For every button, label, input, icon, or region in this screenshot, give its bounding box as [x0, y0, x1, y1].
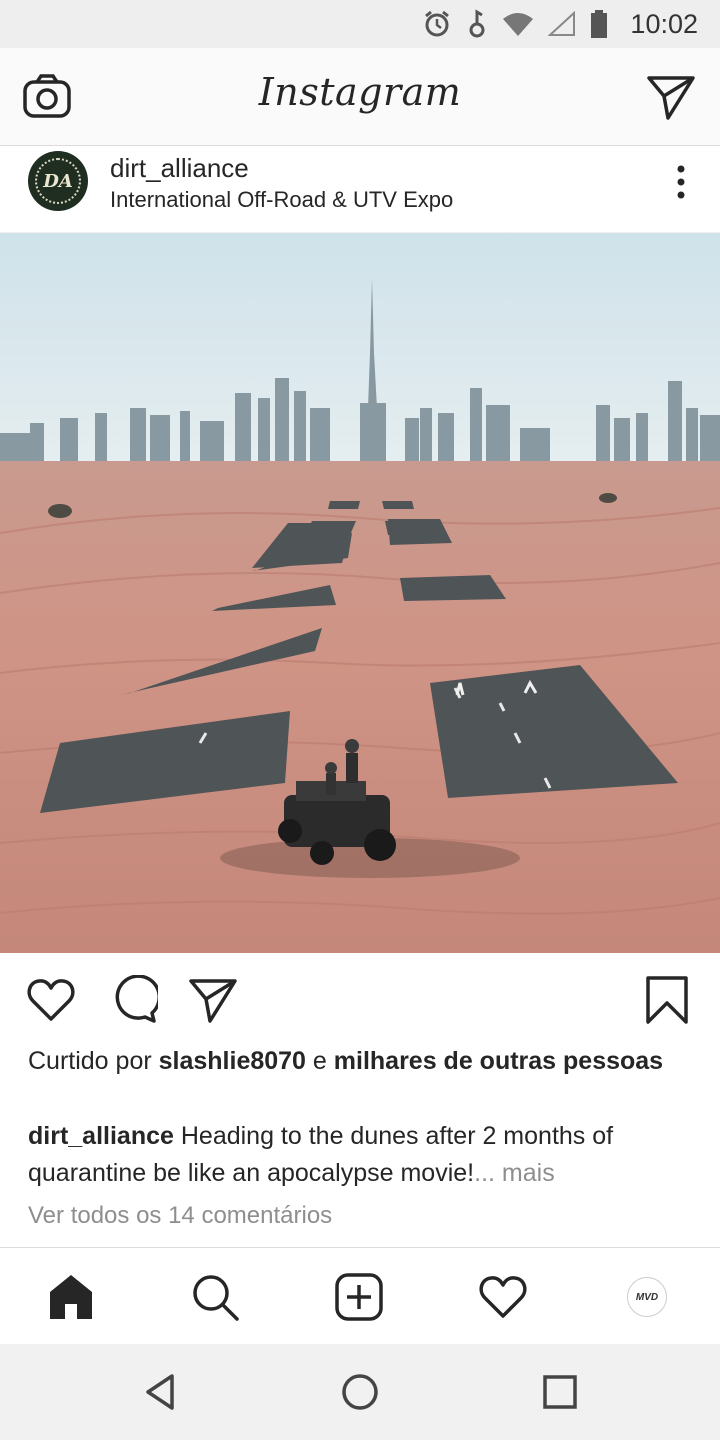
post-username[interactable]: dirt_alliance	[110, 153, 249, 184]
profile-avatar[interactable]: MVD	[622, 1272, 672, 1322]
post-image[interactable]	[0, 233, 720, 953]
post-caption: dirt_alliance Heading to the dunes after…	[28, 1118, 692, 1192]
post-avatar[interactable]: DA	[28, 151, 88, 211]
caption-ellipsis: ...	[474, 1159, 495, 1187]
post-location[interactable]: International Off-Road & UTV Expo	[110, 187, 453, 213]
liked-by-others[interactable]: milhares de outras pessoas	[334, 1047, 663, 1075]
profile-avatar-logo: MVD	[627, 1277, 667, 1317]
caption-username[interactable]: dirt_alliance	[28, 1122, 174, 1150]
liked-by-user[interactable]: slashlie8070	[159, 1047, 306, 1075]
app-header: Instagram	[0, 48, 720, 146]
share-icon[interactable]	[188, 975, 238, 1025]
signal-icon	[548, 11, 576, 36]
activity-icon[interactable]	[478, 1272, 528, 1322]
home-circle-icon[interactable]	[340, 1372, 380, 1412]
wifi-icon	[503, 13, 534, 36]
comment-icon[interactable]	[108, 975, 158, 1025]
status-bar: 10:02	[0, 0, 720, 48]
avatar-logo: DA	[35, 158, 81, 204]
bookmark-icon[interactable]	[642, 975, 692, 1025]
app-logo: Instagram	[258, 70, 462, 114]
status-time: 10:02	[630, 8, 698, 39]
post-actions	[0, 953, 720, 1045]
likes-joiner: e	[312, 1047, 327, 1075]
direct-message-icon[interactable]	[646, 72, 696, 122]
more-options-icon[interactable]	[676, 164, 686, 200]
post-photo	[0, 233, 720, 953]
view-comments-link[interactable]: Ver todos os 14 comentários	[28, 1202, 332, 1230]
headphones-icon	[469, 9, 485, 38]
alarm-icon	[425, 10, 450, 37]
likes-text: Curtido por slashlie8070 e milhares de o…	[28, 1044, 692, 1078]
search-icon[interactable]	[190, 1272, 240, 1322]
post-header: DA dirt_alliance International Off-Road …	[0, 146, 720, 233]
add-post-icon[interactable]	[334, 1272, 384, 1322]
bottom-nav: MVD	[0, 1247, 720, 1344]
back-icon[interactable]	[140, 1372, 180, 1412]
likes-prefix: Curtido por	[28, 1047, 152, 1075]
battery-icon	[591, 10, 608, 38]
system-nav	[0, 1344, 720, 1440]
recents-icon[interactable]	[540, 1372, 580, 1412]
home-icon[interactable]	[46, 1272, 96, 1322]
heart-icon[interactable]	[26, 975, 76, 1025]
caption-more-link[interactable]: mais	[502, 1159, 555, 1187]
